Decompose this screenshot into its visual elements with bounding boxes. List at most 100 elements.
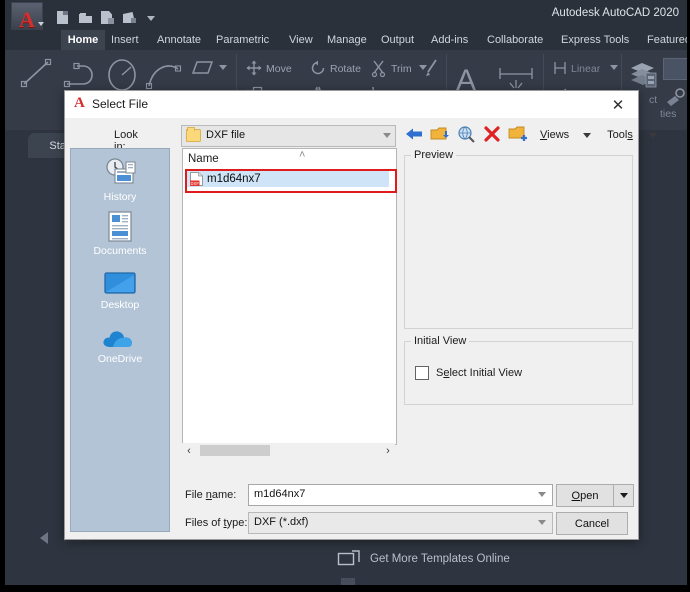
properties-tool-label: ties [660,108,677,120]
tools-menu[interactable]: Tools [607,129,633,141]
preview-group: Preview [404,149,633,329]
tab-parametric[interactable]: Parametric [216,30,269,50]
scroll-thumb[interactable] [200,445,270,456]
open-button[interactable]: Open [556,484,614,507]
select-initial-view-row[interactable]: Select Initial View [415,366,522,380]
properties-tool-icon[interactable] [665,86,687,108]
autocad-logo-icon: A [19,7,35,32]
circle-tool-icon[interactable] [104,58,140,92]
close-icon[interactable]: ✕ [602,91,634,118]
app-title: Autodesk AutoCAD 2020 [551,7,679,19]
explode-tool-icon[interactable] [424,59,440,77]
tab-manage[interactable]: Manage [327,30,367,50]
plot-icon[interactable] [123,11,137,24]
files-of-type-select[interactable]: DXF (*.dxf) [248,512,553,534]
history-place-label: History [103,191,137,203]
arc-tool-icon[interactable] [145,59,183,91]
open-icon[interactable] [79,11,93,24]
initial-view-group: Initial View Select Initial View [404,335,633,405]
templates-icon [337,550,360,568]
files-of-type-chevron-down-icon[interactable] [538,520,546,525]
sort-ascending-caret-icon: ˄ [299,149,306,161]
dialog-title-bar[interactable]: A Select File ✕ [65,91,638,118]
scroll-left-icon[interactable]: ‹ [182,443,196,458]
select-initial-view-label: Select Initial View [436,367,523,379]
tab-express-tools[interactable]: Express Tools [561,30,629,50]
file-name-label: File name: [185,489,237,501]
cancel-button[interactable]: Cancel [556,512,628,535]
history-place[interactable]: History [71,157,169,203]
title-bar: A Autodesk AutoCAD 2020 [5,0,687,38]
search-web-icon[interactable] [456,125,476,145]
layer-swatch-icon[interactable] [663,58,690,80]
rotate-tool-label[interactable]: Rotate [330,63,361,75]
new-folder-icon[interactable] [508,125,528,145]
delete-icon[interactable] [482,125,502,145]
tab-insert[interactable]: Insert [111,30,139,50]
views-caret-icon[interactable] [583,132,592,138]
linear-dim-label[interactable]: Linear [571,63,600,75]
places-bar: History Documents Desktop OneDrive [70,148,170,532]
linear-dim-caret-icon[interactable] [610,65,618,70]
file-list[interactable]: Name ˄ DXF m1d64nx7 [182,148,397,445]
tab-output[interactable]: Output [381,30,414,50]
tab-view[interactable]: View [289,30,313,50]
desktop-place-label: Desktop [100,299,140,311]
quick-access-toolbar [57,11,155,24]
layers-tool-icon[interactable] [628,60,658,90]
block-tool-label: ct [649,94,658,106]
chevron-down-icon[interactable] [383,133,391,138]
polyline-tool-icon[interactable] [63,60,105,90]
rectangle-dropdown-caret-icon[interactable] [219,65,227,70]
collapse-panel-arrow-icon[interactable] [40,532,48,544]
column-header-name[interactable]: Name [188,153,219,165]
tab-featured-apps[interactable]: Featured A [647,30,690,50]
save-icon[interactable] [101,11,115,24]
lookin-combobox[interactable]: DXF file [181,125,396,147]
scroll-right-icon[interactable]: › [381,443,395,458]
dxf-file-icon: DXF [190,172,203,186]
up-one-level-icon[interactable] [430,125,450,145]
get-more-templates-link[interactable]: Get More Templates Online [337,550,510,568]
documents-place[interactable]: Documents [71,211,169,257]
tools-caret-icon[interactable] [648,132,657,138]
file-name-cell: m1d64nx7 [207,173,261,185]
move-tool-icon[interactable] [246,60,262,76]
file-name-input[interactable]: m1d64nx7 [248,484,553,506]
move-tool-label[interactable]: Move [266,63,292,75]
trim-tool-label[interactable]: Trim [391,63,412,75]
desktop-place[interactable]: Desktop [71,271,169,311]
linear-dim-icon[interactable] [553,61,567,75]
tab-add-ins[interactable]: Add-ins [431,30,468,50]
folder-icon [186,127,201,142]
autocad-window: A Autodesk AutoCAD 2020 Home Insert Anno… [0,0,690,592]
lookin-value: DXF file [206,129,246,141]
select-initial-view-checkbox[interactable] [415,366,429,380]
open-dropdown-caret-icon [619,493,628,498]
views-menu[interactable]: Views [540,129,569,141]
back-icon[interactable] [404,125,424,145]
line-tool-icon[interactable] [20,58,54,88]
open-dropdown-button[interactable] [613,484,634,507]
file-list-horizontal-scrollbar[interactable]: ‹ › [182,443,395,458]
file-name-value: m1d64nx7 [254,488,306,500]
tab-collaborate[interactable]: Collaborate [487,30,543,50]
customize-qat-caret-icon[interactable] [147,16,155,21]
rotate-tool-icon[interactable] [310,60,326,76]
onedrive-place[interactable]: OneDrive [71,327,169,365]
preview-area [405,156,632,328]
initial-view-title: Initial View [411,335,470,347]
dialog-autocad-logo-icon: A [74,95,85,111]
rectangle-tool-icon[interactable] [191,60,215,76]
tab-home[interactable]: Home [61,30,105,50]
tools-label: Tool [607,129,628,141]
file-name-chevron-down-icon[interactable] [538,492,546,497]
table-row[interactable]: DXF m1d64nx7 [187,171,389,187]
new-icon[interactable] [57,11,71,24]
onedrive-place-label: OneDrive [97,353,143,365]
documents-place-label: Documents [93,245,147,257]
app-menu-caret-icon[interactable] [38,22,44,26]
tab-annotate[interactable]: Annotate [157,30,201,50]
trim-tool-icon[interactable] [371,59,387,78]
dialog-title: Select File [92,97,149,111]
